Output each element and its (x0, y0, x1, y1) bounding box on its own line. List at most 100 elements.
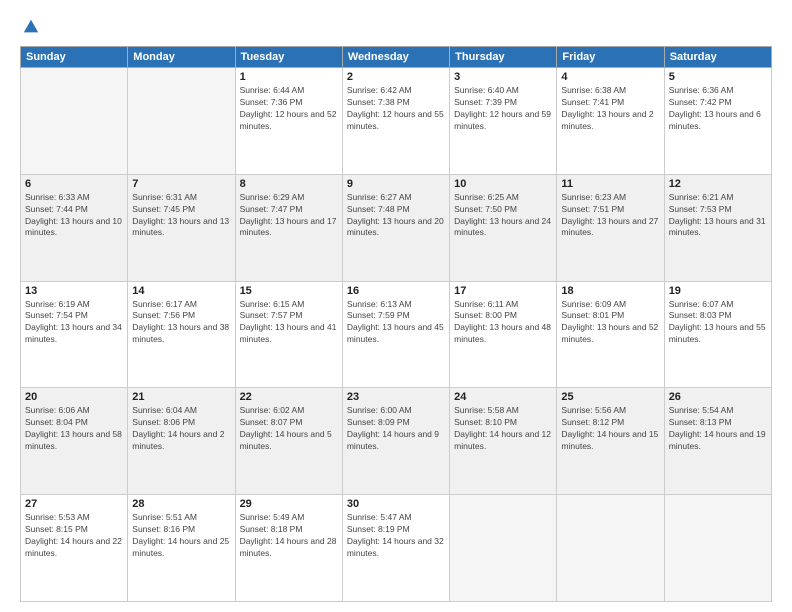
day-info: Sunrise: 6:15 AMSunset: 7:57 PMDaylight:… (240, 299, 338, 347)
week-row-5: 27 Sunrise: 5:53 AMSunset: 8:15 PMDayligh… (21, 495, 772, 602)
calendar-cell (557, 495, 664, 602)
calendar-cell: 22 Sunrise: 6:02 AMSunset: 8:07 PMDayligh… (235, 388, 342, 495)
day-number: 13 (25, 285, 123, 297)
week-row-2: 6Sunrise: 6:33 AMSunset: 7:44 PMDaylight… (21, 174, 772, 281)
calendar-cell: 1Sunrise: 6:44 AMSunset: 7:36 PMDaylight… (235, 68, 342, 175)
day-info: Sunrise: 6:04 AMSunset: 8:06 PMDaylight:… (132, 405, 230, 453)
calendar-cell: 6Sunrise: 6:33 AMSunset: 7:44 PMDaylight… (21, 174, 128, 281)
day-info: Sunrise: 6:00 AMSunset: 8:09 PMDaylight:… (347, 405, 445, 453)
calendar-cell: 23 Sunrise: 6:00 AMSunset: 8:09 PMDayligh… (342, 388, 449, 495)
calendar-cell: 27 Sunrise: 5:53 AMSunset: 8:15 PMDayligh… (21, 495, 128, 602)
calendar-cell (664, 495, 771, 602)
day-number: 29 (240, 498, 338, 510)
calendar-cell: 11 Sunrise: 6:23 AMSunset: 7:51 PMDayligh… (557, 174, 664, 281)
day-number: 23 (347, 391, 445, 403)
calendar-cell: 20 Sunrise: 6:06 AMSunset: 8:04 PMDayligh… (21, 388, 128, 495)
calendar-cell: 10 Sunrise: 6:25 AMSunset: 7:50 PMDayligh… (450, 174, 557, 281)
calendar-cell: 9 Sunrise: 6:27 AMSunset: 7:48 PMDaylight… (342, 174, 449, 281)
weekday-sunday: Sunday (21, 47, 128, 68)
calendar-cell: 3 Sunrise: 6:40 AMSunset: 7:39 PMDaylight… (450, 68, 557, 175)
day-info: Sunrise: 5:53 AMSunset: 8:15 PMDaylight:… (25, 512, 123, 560)
day-info: Sunrise: 5:58 AMSunset: 8:10 PMDaylight:… (454, 405, 552, 453)
week-row-3: 13 Sunrise: 6:19 AMSunset: 7:54 PMDayligh… (21, 281, 772, 388)
day-number: 25 (561, 391, 659, 403)
weekday-friday: Friday (557, 47, 664, 68)
day-number: 28 (132, 498, 230, 510)
day-info: Sunrise: 6:40 AMSunset: 7:39 PMDaylight:… (454, 85, 552, 133)
logo (20, 18, 40, 36)
day-number: 4 (561, 71, 659, 83)
day-info: Sunrise: 6:23 AMSunset: 7:51 PMDaylight:… (561, 192, 659, 240)
calendar-cell: 28 Sunrise: 5:51 AMSunset: 8:16 PMDayligh… (128, 495, 235, 602)
calendar-cell (450, 495, 557, 602)
day-info: Sunrise: 6:25 AMSunset: 7:50 PMDaylight:… (454, 192, 552, 240)
day-number: 7 (132, 178, 230, 190)
day-info: Sunrise: 6:27 AMSunset: 7:48 PMDaylight:… (347, 192, 445, 240)
calendar-cell (21, 68, 128, 175)
day-info: Sunrise: 5:56 AMSunset: 8:12 PMDaylight:… (561, 405, 659, 453)
day-info: Sunrise: 6:19 AMSunset: 7:54 PMDaylight:… (25, 299, 123, 347)
day-number: 11 (561, 178, 659, 190)
day-info: Sunrise: 6:07 AMSunset: 8:03 PMDaylight:… (669, 299, 767, 347)
calendar-cell: 19 Sunrise: 6:07 AMSunset: 8:03 PMDayligh… (664, 281, 771, 388)
calendar-cell: 12Sunrise: 6:21 AMSunset: 7:53 PMDayligh… (664, 174, 771, 281)
day-number: 12 (669, 178, 767, 190)
day-info: Sunrise: 6:38 AMSunset: 7:41 PMDaylight:… (561, 85, 659, 133)
day-number: 17 (454, 285, 552, 297)
calendar-cell: 25 Sunrise: 5:56 AMSunset: 8:12 PMDayligh… (557, 388, 664, 495)
calendar-cell: 21 Sunrise: 6:04 AMSunset: 8:06 PMDayligh… (128, 388, 235, 495)
day-number: 26 (669, 391, 767, 403)
day-number: 24 (454, 391, 552, 403)
day-info: Sunrise: 5:49 AMSunset: 8:18 PMDaylight:… (240, 512, 338, 560)
day-info: Sunrise: 6:29 AMSunset: 7:47 PMDaylight:… (240, 192, 338, 240)
day-info: Sunrise: 5:47 AMSunset: 8:19 PMDaylight:… (347, 512, 445, 560)
day-number: 10 (454, 178, 552, 190)
day-number: 21 (132, 391, 230, 403)
calendar-cell: 30Sunrise: 5:47 AMSunset: 8:19 PMDayligh… (342, 495, 449, 602)
day-number: 22 (240, 391, 338, 403)
calendar-cell: 7 Sunrise: 6:31 AMSunset: 7:45 PMDaylight… (128, 174, 235, 281)
calendar-cell: 29 Sunrise: 5:49 AMSunset: 8:18 PMDayligh… (235, 495, 342, 602)
day-info: Sunrise: 5:51 AMSunset: 8:16 PMDaylight:… (132, 512, 230, 560)
day-number: 1 (240, 71, 338, 83)
calendar-cell: 26 Sunrise: 5:54 AMSunset: 8:13 PMDayligh… (664, 388, 771, 495)
page: SundayMondayTuesdayWednesdayThursdayFrid… (0, 0, 792, 612)
day-info: Sunrise: 6:02 AMSunset: 8:07 PMDaylight:… (240, 405, 338, 453)
day-number: 2 (347, 71, 445, 83)
day-number: 8 (240, 178, 338, 190)
calendar-cell: 18Sunrise: 6:09 AMSunset: 8:01 PMDayligh… (557, 281, 664, 388)
calendar-cell: 15Sunrise: 6:15 AMSunset: 7:57 PMDayligh… (235, 281, 342, 388)
weekday-saturday: Saturday (664, 47, 771, 68)
header (20, 18, 772, 36)
day-number: 3 (454, 71, 552, 83)
day-info: Sunrise: 6:13 AMSunset: 7:59 PMDaylight:… (347, 299, 445, 347)
calendar-cell: 2 Sunrise: 6:42 AMSunset: 7:38 PMDaylight… (342, 68, 449, 175)
day-info: Sunrise: 6:36 AMSunset: 7:42 PMDaylight:… (669, 85, 767, 133)
calendar-cell: 13 Sunrise: 6:19 AMSunset: 7:54 PMDayligh… (21, 281, 128, 388)
day-info: Sunrise: 5:54 AMSunset: 8:13 PMDaylight:… (669, 405, 767, 453)
day-info: Sunrise: 6:42 AMSunset: 7:38 PMDaylight:… (347, 85, 445, 133)
calendar-cell: 4 Sunrise: 6:38 AMSunset: 7:41 PMDaylight… (557, 68, 664, 175)
calendar-cell (128, 68, 235, 175)
day-info: Sunrise: 6:31 AMSunset: 7:45 PMDaylight:… (132, 192, 230, 240)
logo-icon (22, 18, 40, 36)
weekday-thursday: Thursday (450, 47, 557, 68)
calendar-cell: 17 Sunrise: 6:11 AMSunset: 8:00 PMDayligh… (450, 281, 557, 388)
weekday-header-row: SundayMondayTuesdayWednesdayThursdayFrid… (21, 47, 772, 68)
day-number: 20 (25, 391, 123, 403)
calendar-cell: 16 Sunrise: 6:13 AMSunset: 7:59 PMDayligh… (342, 281, 449, 388)
day-number: 5 (669, 71, 767, 83)
weekday-monday: Monday (128, 47, 235, 68)
day-number: 9 (347, 178, 445, 190)
day-number: 18 (561, 285, 659, 297)
day-number: 16 (347, 285, 445, 297)
day-number: 27 (25, 498, 123, 510)
day-number: 19 (669, 285, 767, 297)
weekday-wednesday: Wednesday (342, 47, 449, 68)
calendar-cell: 8 Sunrise: 6:29 AMSunset: 7:47 PMDaylight… (235, 174, 342, 281)
day-info: Sunrise: 6:11 AMSunset: 8:00 PMDaylight:… (454, 299, 552, 347)
week-row-1: 1Sunrise: 6:44 AMSunset: 7:36 PMDaylight… (21, 68, 772, 175)
calendar-cell: 5 Sunrise: 6:36 AMSunset: 7:42 PMDaylight… (664, 68, 771, 175)
day-info: Sunrise: 6:06 AMSunset: 8:04 PMDaylight:… (25, 405, 123, 453)
day-info: Sunrise: 6:17 AMSunset: 7:56 PMDaylight:… (132, 299, 230, 347)
